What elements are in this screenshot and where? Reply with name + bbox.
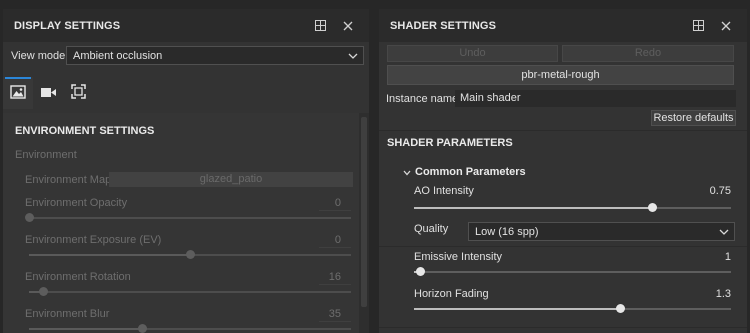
- slider-knob[interactable]: [137, 324, 147, 333]
- tab-environment[interactable]: [3, 77, 33, 109]
- display-settings-panel: DISPLAY SETTINGS View mode Ambient occlu…: [3, 9, 369, 333]
- section-title: SHADER PARAMETERS: [387, 137, 513, 149]
- shader-settings-header: SHADER SETTINGS: [379, 9, 747, 42]
- slider-knob[interactable]: [25, 213, 34, 222]
- env-property-label: Environment Opacity: [25, 197, 128, 209]
- tab-viewport[interactable]: [63, 77, 93, 109]
- emissive-intensity-value[interactable]: 1: [725, 251, 731, 263]
- emissive-intensity-slider[interactable]: [414, 267, 731, 276]
- ao-intensity-label: AO Intensity: [414, 185, 474, 197]
- dock-icon[interactable]: [310, 16, 330, 36]
- slider-knob[interactable]: [39, 287, 49, 296]
- ao-intensity-slider[interactable]: [414, 203, 731, 212]
- env-property-value: 16: [328, 271, 341, 283]
- emissive-intensity-label: Emissive Intensity: [414, 251, 503, 263]
- divider: [379, 130, 747, 131]
- slider-fill: [414, 207, 652, 209]
- env-property-label: Environment Blur: [25, 308, 110, 320]
- env-property-slider[interactable]: [29, 324, 351, 333]
- env-property-slider[interactable]: [25, 213, 351, 222]
- shader-name-button[interactable]: pbr-metal-rough: [387, 65, 734, 85]
- close-icon[interactable]: [716, 16, 736, 36]
- env-property-value: 35: [328, 308, 341, 320]
- horizon-fading-label: Horizon Fading: [414, 288, 489, 300]
- view-mode-select[interactable]: Ambient occlusion: [66, 46, 364, 65]
- dock-icon[interactable]: [688, 16, 708, 36]
- env-property-slider[interactable]: [29, 250, 351, 259]
- section-title: ENVIRONMENT SETTINGS: [15, 125, 155, 137]
- divider: [379, 327, 747, 328]
- chevron-down-icon: [348, 51, 358, 63]
- slider-knob[interactable]: [186, 250, 195, 259]
- quality-select[interactable]: Low (16 spp): [468, 222, 735, 241]
- quality-value: Low (16 spp): [475, 225, 539, 238]
- frame-icon: [70, 84, 86, 102]
- ao-intensity-value[interactable]: 0.75: [710, 185, 731, 197]
- tab-camera[interactable]: [33, 77, 63, 109]
- panel-title: DISPLAY SETTINGS: [14, 19, 121, 32]
- horizon-fading-slider[interactable]: [414, 304, 731, 313]
- redo-button[interactable]: Redo: [562, 45, 734, 62]
- slider-knob[interactable]: [647, 203, 657, 212]
- image-icon: [10, 84, 26, 102]
- instance-name-label: Instance name: [386, 93, 459, 105]
- chevron-down-icon[interactable]: [403, 167, 411, 179]
- view-mode-value: Ambient occlusion: [73, 49, 163, 62]
- quality-label: Quality: [414, 223, 449, 235]
- group-label: Environment: [15, 149, 77, 161]
- display-tabs: [3, 77, 93, 109]
- env-map-field[interactable]: glazed_patio: [109, 172, 353, 187]
- slider-fill: [29, 254, 190, 256]
- camera-icon: [40, 86, 57, 101]
- environment-settings-content: ENVIRONMENT SETTINGS Environment Environ…: [3, 113, 359, 333]
- slider-knob[interactable]: [616, 304, 626, 313]
- shader-settings-panel: SHADER SETTINGS Undo Redo pbr-metal-roug…: [379, 9, 747, 333]
- slider-fill: [414, 308, 621, 310]
- instance-name-input[interactable]: Main shader: [455, 90, 736, 107]
- chevron-down-icon: [719, 227, 729, 239]
- restore-defaults-button[interactable]: Restore defaults: [651, 110, 736, 126]
- env-property-label: Environment Rotation: [25, 271, 131, 283]
- scrollbar-thumb[interactable]: [361, 117, 367, 307]
- panel-title: SHADER SETTINGS: [390, 19, 497, 32]
- env-property-value: 0: [334, 197, 341, 209]
- env-map-value: glazed_patio: [199, 173, 263, 185]
- slider-fill: [29, 328, 142, 330]
- env-property-value: 0: [334, 234, 341, 246]
- view-mode-label: View mode: [11, 50, 66, 62]
- common-parameters-label[interactable]: Common Parameters: [415, 166, 526, 178]
- scrollbar[interactable]: [359, 113, 369, 333]
- divider: [379, 246, 747, 247]
- display-settings-header: DISPLAY SETTINGS: [3, 9, 369, 42]
- view-mode-row: View mode Ambient occlusion: [3, 45, 369, 67]
- env-property-label: Environment Exposure (EV): [25, 234, 162, 246]
- close-icon[interactable]: [338, 16, 358, 36]
- env-map-label: Environment Map: [25, 174, 112, 186]
- env-property-slider[interactable]: [29, 287, 351, 296]
- horizon-fading-value[interactable]: 1.3: [716, 288, 731, 300]
- slider-knob[interactable]: [416, 267, 426, 276]
- undo-button[interactable]: Undo: [387, 45, 558, 62]
